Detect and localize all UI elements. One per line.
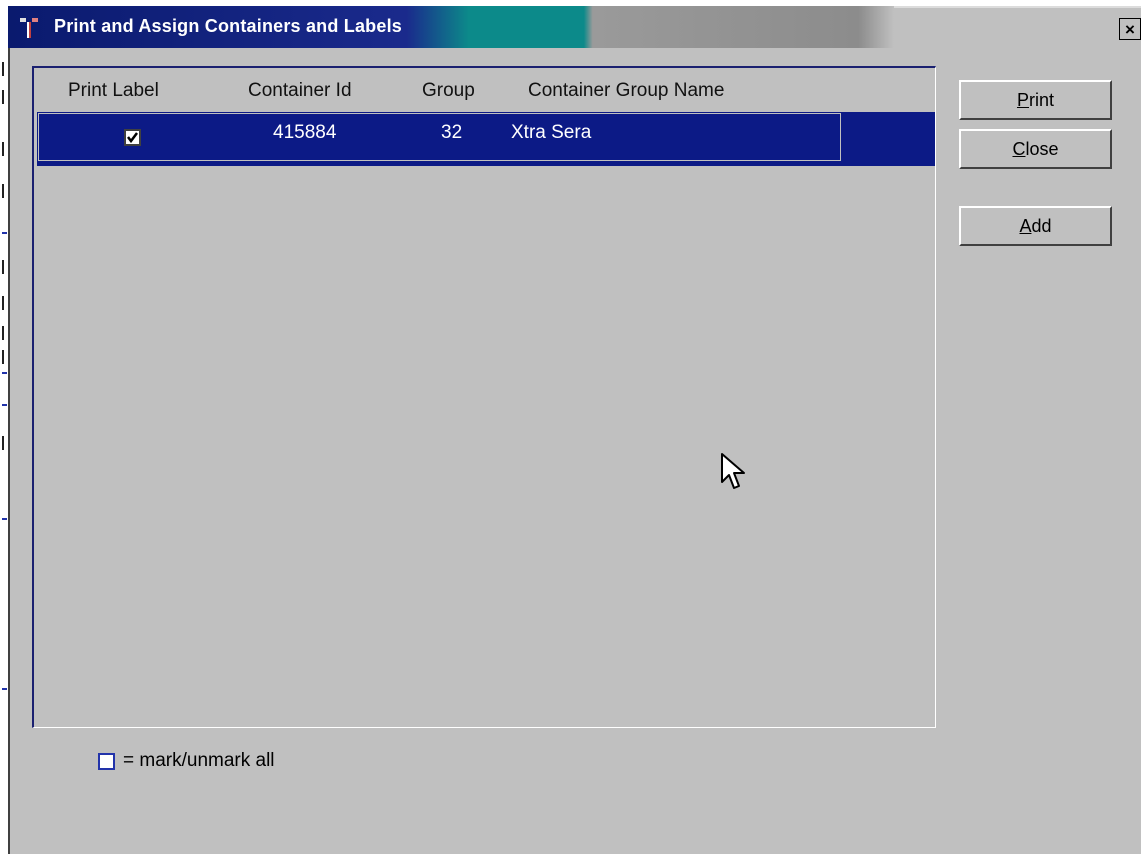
print-button[interactable]: Print [959, 80, 1112, 120]
column-header-print-label[interactable]: Print Label [68, 80, 159, 102]
background-window-edge [0, 0, 8, 854]
print-label-checkbox[interactable] [124, 129, 141, 146]
row-focus-rect [38, 113, 841, 161]
container-list[interactable]: Print Label Container Id Group Container… [32, 66, 936, 728]
add-label: dd [1031, 215, 1052, 236]
add-button[interactable]: Add [959, 206, 1112, 246]
add-mnemonic: A [1019, 215, 1032, 236]
cell-group: 32 [441, 122, 463, 143]
column-header-container-id[interactable]: Container Id [248, 80, 352, 102]
mark-all-checkbox[interactable] [98, 752, 115, 770]
title-bar[interactable]: Print and Assign Containers and Labels [8, 6, 894, 48]
print-mnemonic: P [1016, 89, 1029, 110]
mark-all-control[interactable]: = mark/unmark all [98, 750, 275, 772]
app-icon [20, 18, 38, 38]
close-label: lose [1025, 138, 1059, 159]
table-row[interactable]: 415884 32 Xtra Sera [37, 112, 935, 166]
close-button[interactable]: Close [959, 129, 1112, 169]
checkbox-checked-icon [127, 132, 138, 144]
print-label: rint [1029, 89, 1055, 110]
window-title: Print and Assign Containers and Labels [54, 16, 402, 36]
cell-container-group-name: Xtra Sera [511, 122, 592, 143]
close-mnemonic: C [1012, 138, 1026, 159]
mark-all-label: = mark/unmark all [123, 750, 275, 771]
column-header-container-group-name[interactable]: Container Group Name [528, 80, 724, 102]
mouse-cursor-icon [721, 453, 745, 489]
close-glyph: × [1125, 19, 1135, 39]
cell-container-id: 415884 [273, 122, 337, 143]
close-icon[interactable]: × [1119, 18, 1141, 40]
column-header-group[interactable]: Group [422, 80, 475, 102]
